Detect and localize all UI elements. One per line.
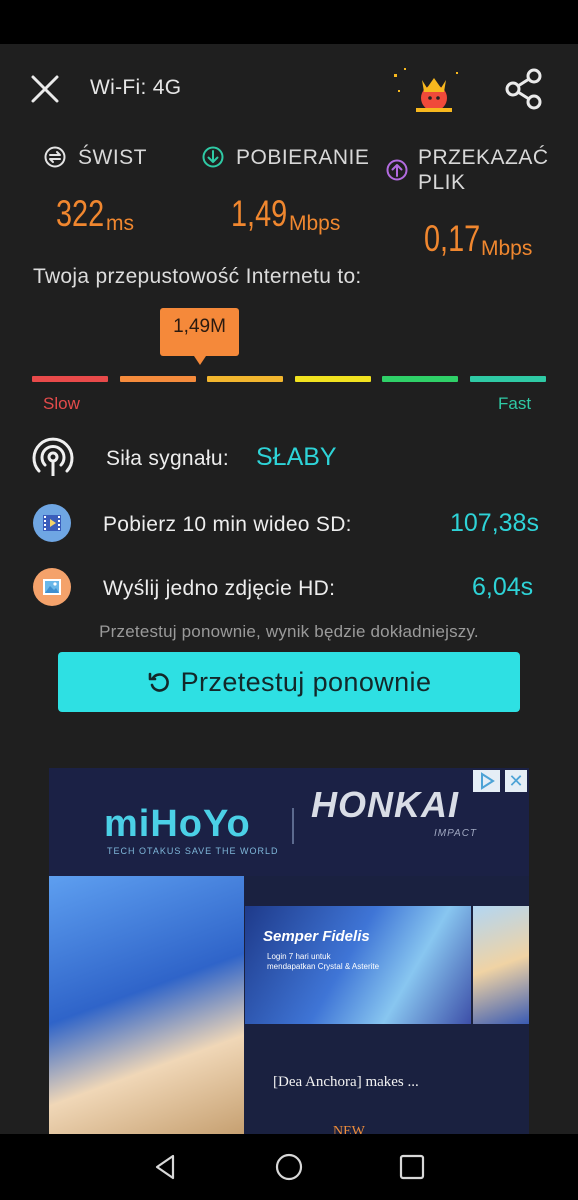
- photo-icon: [33, 568, 71, 606]
- bandwidth-marker: 1,49M: [160, 308, 239, 365]
- ad-side-image[interactable]: [473, 906, 529, 1024]
- speed-segment-6: [470, 376, 546, 382]
- download-value: 1,49: [231, 193, 288, 234]
- ad-close-icon[interactable]: ✕: [505, 770, 527, 792]
- recents-icon[interactable]: [397, 1152, 427, 1182]
- ping-icon: [44, 146, 66, 168]
- ad-character-image[interactable]: [49, 876, 244, 1134]
- download-label: POBIERANIE: [236, 146, 370, 169]
- scale-fast-label: Fast: [498, 394, 532, 413]
- upload-value: 0,17: [424, 218, 481, 259]
- back-icon[interactable]: [151, 1152, 181, 1182]
- retest-hint: Przetestuj ponownie, wynik będzie dokład…: [99, 622, 479, 641]
- video-label: Pobierz 10 min wideo SD:: [103, 513, 352, 536]
- photo-row: Wyślij jedno zdjęcie HD: 6,04s: [0, 568, 578, 608]
- scale-slow-label: Slow: [43, 394, 80, 413]
- home-icon[interactable]: [274, 1152, 304, 1182]
- ad-brand-logo: miHoYo: [104, 803, 251, 845]
- speed-segment-2: [120, 376, 196, 382]
- upload-metric: PRZEKAZAĆ PLIK 0,17 Mbps: [386, 145, 566, 265]
- photo-value: 6,04s: [472, 573, 534, 601]
- status-bar: [0, 0, 578, 44]
- ad-promo-text: Login 7 hari untuk mendapatkan Crystal &…: [267, 952, 379, 972]
- ad-headline[interactable]: [Dea Anchora] makes ...: [273, 1074, 419, 1091]
- ping-value: 322: [56, 193, 105, 234]
- download-unit: Mbps: [289, 212, 341, 235]
- bandwidth-label: Twoja przepustowość Internetu to:: [33, 265, 362, 288]
- ad-promo-title: Semper Fidelis: [263, 928, 370, 945]
- ping-unit: ms: [106, 212, 134, 235]
- ad-promo-image[interactable]: Semper Fidelis Login 7 hari untuk mendap…: [245, 906, 471, 1024]
- ad-game-logo: HONKAI: [311, 784, 459, 825]
- speed-segment-1: [32, 376, 108, 382]
- signal-label: Siła sygnału:: [106, 447, 229, 470]
- ad-banner[interactable]: miHoYo TECH OTAKUS SAVE THE WORLD HONKAI…: [49, 768, 529, 1134]
- share-icon[interactable]: [504, 68, 544, 110]
- ad-game-subtitle: IMPACT: [434, 828, 478, 839]
- refresh-icon: [148, 672, 169, 692]
- ad-cta[interactable]: NEW: [333, 1124, 365, 1134]
- ad-header: miHoYo TECH OTAKUS SAVE THE WORLD HONKAI…: [49, 768, 529, 876]
- retest-button[interactable]: Przetestuj ponownie: [58, 652, 520, 712]
- download-metric: POBIERANIE 1,49 Mbps: [202, 145, 382, 245]
- upload-label-line2: PLIK: [418, 171, 466, 194]
- close-icon[interactable]: [28, 72, 62, 106]
- ping-metric: ŚWIST 322 ms: [44, 145, 184, 245]
- upload-unit: Mbps: [481, 237, 533, 260]
- speed-segment-4: [295, 376, 371, 382]
- crown-badge-icon[interactable]: [386, 64, 466, 116]
- photo-label: Wyślij jedno zdjęcie HD:: [103, 577, 336, 600]
- video-row: Pobierz 10 min wideo SD: 107,38s: [0, 504, 578, 544]
- retest-button-label: Przetestuj ponownie: [180, 667, 432, 697]
- signal-broadcast-icon: [32, 437, 74, 476]
- signal-row: Siła sygnału: SŁABY: [0, 436, 578, 480]
- ad-promo-text-line2: mendapatkan Crystal & Asterite: [267, 962, 380, 971]
- download-arrow-icon: [202, 146, 224, 168]
- ad-tagline: TECH OTAKUS SAVE THE WORLD: [107, 846, 279, 856]
- speed-segment-3: [207, 376, 283, 382]
- video-value: 107,38s: [450, 509, 539, 537]
- system-nav-bar: [0, 1134, 578, 1200]
- ad-divider: [292, 808, 294, 844]
- connection-title: Wi-Fi: 4G: [90, 76, 182, 99]
- upload-label: PRZEKAZAĆ PLIK: [418, 145, 549, 195]
- signal-value: SŁABY: [256, 443, 337, 471]
- upload-arrow-icon: [386, 159, 408, 181]
- app-header: Wi-Fi: 4G: [0, 44, 578, 136]
- upload-label-line1: PRZEKAZAĆ: [418, 146, 549, 169]
- video-icon: [33, 504, 71, 542]
- speed-segment-5: [382, 376, 458, 382]
- ping-label: ŚWIST: [78, 146, 147, 169]
- ad-promo-text-line1: Login 7 hari untuk: [267, 952, 331, 961]
- ad-choices-icon[interactable]: [473, 770, 500, 792]
